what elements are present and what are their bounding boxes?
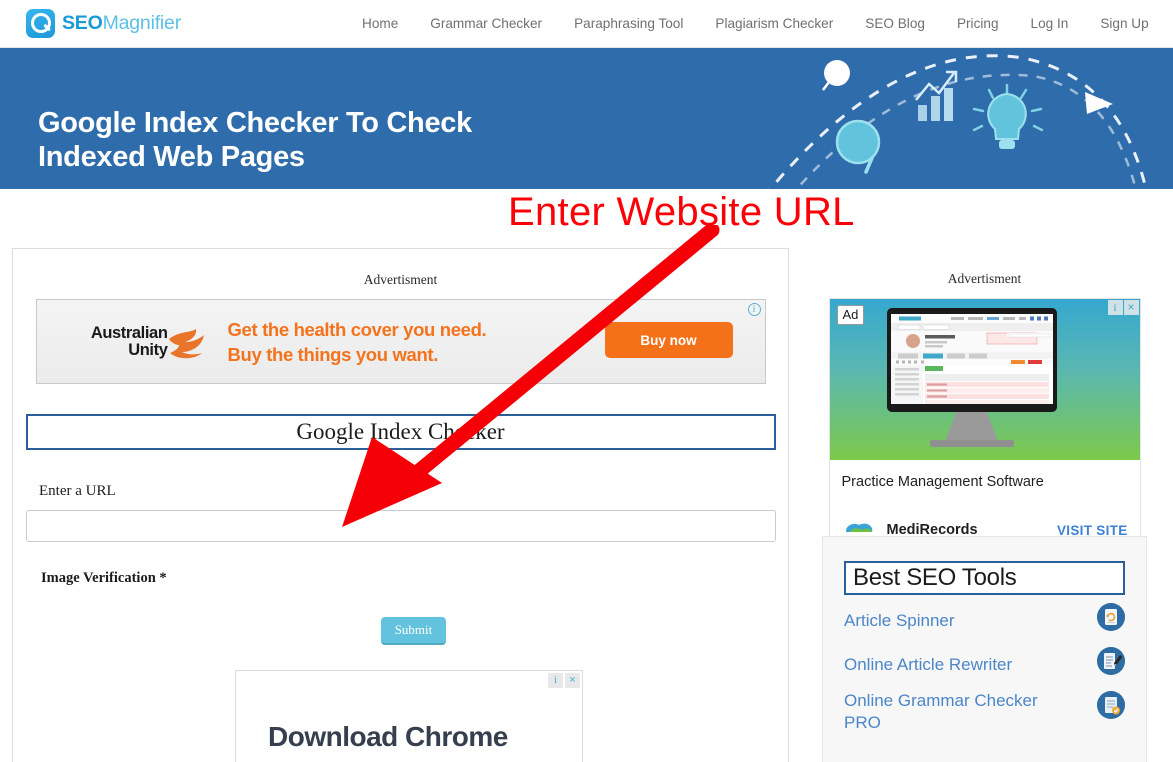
nav-item-plagiarism-checker[interactable]: Plagiarism Checker bbox=[699, 0, 849, 48]
bottom-ad-controls: i × bbox=[548, 673, 580, 688]
nav-item-seo-blog[interactable]: SEO Blog bbox=[849, 0, 941, 48]
sidebar-ad-title: Practice Management Software bbox=[841, 474, 1044, 490]
monitor-illustration bbox=[886, 308, 1057, 412]
dashboard-screenshot bbox=[890, 314, 1053, 404]
nav-item-home[interactable]: Home bbox=[350, 0, 414, 48]
ad-info-icon[interactable]: i bbox=[548, 673, 563, 688]
best-seo-tools-card: Best SEO Tools Article Spinner Online Ar… bbox=[822, 536, 1147, 762]
monitor-base bbox=[929, 440, 1014, 447]
tool-link-article-spinner[interactable]: Article Spinner bbox=[844, 610, 955, 632]
hero-decorative-graphic bbox=[768, 54, 1148, 189]
magnifier-logo-icon bbox=[26, 9, 55, 38]
bottom-advertisement[interactable]: i × Download Chrome Browser bbox=[235, 670, 583, 762]
logo-text-magnifier: Magnifier bbox=[102, 12, 182, 34]
ad-info-icon[interactable]: i bbox=[1107, 300, 1123, 315]
tools-title-box: Best SEO Tools bbox=[844, 561, 1125, 595]
sidebar-ad-controls: i × bbox=[1107, 300, 1139, 315]
sidebar-ad-image: Ad i × bbox=[829, 299, 1140, 460]
list-item[interactable]: Online Grammar Checker PRO bbox=[844, 683, 1125, 734]
ad-info-icon[interactable]: i bbox=[747, 303, 761, 316]
tool-link-online-grammar-checker-pro[interactable]: Online Grammar Checker PRO bbox=[844, 690, 1064, 734]
url-field-label: Enter a URL bbox=[39, 483, 116, 499]
nav-item-grammar-checker[interactable]: Grammar Checker bbox=[414, 0, 558, 48]
bottom-ad-headline: Download Chrome Browser bbox=[268, 721, 508, 762]
page-title: Google Index Checker To Check Indexed We… bbox=[38, 107, 472, 173]
right-sidebar: Advertisment Ad i × Practice Management … bbox=[808, 248, 1161, 762]
tool-title-box: Google Index Checker bbox=[25, 414, 776, 450]
bird-icon bbox=[168, 328, 204, 358]
main-navigation: Home Grammar Checker Paraphrasing Tool P… bbox=[350, 0, 1165, 48]
list-item[interactable]: Article Spinner bbox=[844, 595, 1125, 639]
ad-headline: Get the health cover you need. Buy the t… bbox=[227, 318, 487, 365]
list-item[interactable]: Online Article Rewriter bbox=[844, 639, 1125, 683]
buy-now-button[interactable]: Buy now bbox=[604, 322, 733, 358]
url-input[interactable] bbox=[25, 510, 776, 542]
nav-item-paraphrasing-tool[interactable]: Paraphrasing Tool bbox=[558, 0, 699, 48]
sidebar-ad-label: Advertisment bbox=[947, 271, 1022, 286]
article-rewriter-icon bbox=[1097, 647, 1125, 675]
close-icon[interactable]: × bbox=[1123, 300, 1139, 315]
australian-unity-logo: Australian Unity bbox=[71, 324, 206, 359]
nav-item-sign-up[interactable]: Sign Up bbox=[1084, 0, 1164, 48]
tool-title: Google Index Checker bbox=[296, 419, 505, 444]
ad-badge: Ad bbox=[836, 305, 865, 325]
main-ad-label: Advertisment bbox=[363, 272, 438, 287]
tool-link-online-article-rewriter[interactable]: Online Article Rewriter bbox=[844, 654, 1012, 676]
site-logo[interactable]: SEOMagnifier bbox=[26, 9, 181, 38]
monitor-screen bbox=[890, 314, 1053, 404]
site-header: SEOMagnifier Home Grammar Checker Paraph… bbox=[0, 0, 1173, 48]
close-icon[interactable]: × bbox=[565, 673, 580, 688]
grammar-checker-icon bbox=[1097, 691, 1125, 719]
logo-text: SEOMagnifier bbox=[62, 12, 181, 35]
logo-text-seo: SEO bbox=[62, 12, 103, 34]
banner-advertisement[interactable]: i Australian Unity Get the health cover … bbox=[35, 299, 766, 384]
hero-banner: Google Index Checker To Check Indexed We… bbox=[0, 48, 1173, 189]
nav-item-log-in[interactable]: Log In bbox=[1015, 0, 1085, 48]
main-tool-card: Advertisment i Australian Unity Get the … bbox=[12, 248, 789, 762]
image-verification-label: Image Verification * bbox=[41, 570, 167, 586]
sidebar-advertisement[interactable]: Ad i × Practice Management Software Medi… bbox=[828, 298, 1141, 552]
submit-button[interactable]: Submit bbox=[381, 617, 446, 645]
article-spinner-icon bbox=[1097, 603, 1125, 631]
content-area: Advertisment i Australian Unity Get the … bbox=[0, 248, 1173, 762]
annotation-label: Enter Website URL bbox=[508, 190, 855, 234]
tools-title: Best SEO Tools bbox=[853, 564, 1017, 591]
page-root: SEOMagnifier Home Grammar Checker Paraph… bbox=[0, 0, 1173, 762]
monitor-stand bbox=[944, 412, 999, 442]
nav-item-pricing[interactable]: Pricing bbox=[941, 0, 1015, 48]
